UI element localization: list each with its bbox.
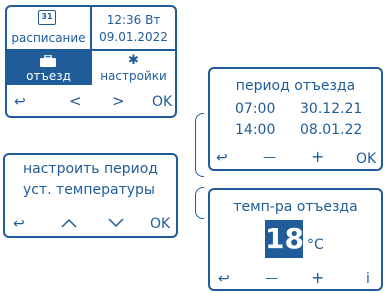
period-start-time[interactable]: 07:00 bbox=[235, 102, 275, 116]
back-button[interactable]: ↩ bbox=[13, 217, 25, 231]
configure-menu-screen: настроить период уст. температуры ↩ OK bbox=[3, 153, 178, 238]
temperature-value: 18 bbox=[265, 222, 304, 255]
away-period-screen: период отъезда 07:00 30.12.21 14:00 08.0… bbox=[208, 67, 383, 171]
right-arrow-button[interactable]: > bbox=[112, 94, 125, 109]
period-title: период отъезда bbox=[235, 78, 356, 94]
period-end-date[interactable]: 08.01.22 bbox=[300, 123, 362, 137]
calendar-icon: 31 bbox=[38, 10, 56, 25]
plus-button[interactable]: + bbox=[311, 149, 324, 165]
period-start-date[interactable]: 30.12.21 bbox=[300, 102, 362, 116]
away-temperature-screen: темп-ра отъезда 18 °C ↩ — + i bbox=[208, 188, 383, 291]
minus-button[interactable]: — bbox=[265, 272, 278, 285]
up-arrow-button[interactable] bbox=[61, 218, 77, 228]
menu-item-set-temperature[interactable]: уст. температуры bbox=[23, 183, 155, 197]
suitcase-icon bbox=[40, 55, 56, 67]
ok-button[interactable]: OK bbox=[152, 95, 172, 109]
ok-button[interactable]: OK bbox=[150, 217, 170, 231]
connector-bracket-bottom bbox=[195, 187, 204, 219]
settings-label: настройки bbox=[100, 69, 167, 83]
clock-time: 12:36 Вт bbox=[106, 13, 161, 27]
temperature-title: темп-ра отъезда bbox=[233, 199, 358, 215]
settings-cell[interactable]: ✱ настройки bbox=[92, 50, 175, 85]
clock-date: 09.01.2022 bbox=[99, 30, 168, 44]
temperature-value-box[interactable]: 18 bbox=[265, 220, 304, 258]
info-button[interactable]: i bbox=[366, 272, 370, 286]
menu-item-configure-period[interactable]: настроить период bbox=[23, 162, 158, 176]
period-end-time[interactable]: 14:00 bbox=[235, 123, 275, 137]
connector-bracket-top bbox=[195, 113, 204, 177]
schedule-cell[interactable]: 31 расписание bbox=[7, 7, 90, 49]
away-cell[interactable]: отъезд bbox=[7, 50, 90, 85]
plus-button[interactable]: + bbox=[311, 270, 324, 286]
datetime-cell: 12:36 Вт 09.01.2022 bbox=[92, 7, 175, 49]
temperature-unit: °C bbox=[307, 237, 324, 253]
back-button[interactable]: ↩ bbox=[216, 151, 228, 165]
minus-button[interactable]: — bbox=[263, 151, 276, 164]
away-label: отъезд bbox=[26, 69, 71, 83]
gear-icon: ✱ bbox=[128, 53, 139, 68]
ok-button[interactable]: OK bbox=[356, 152, 376, 166]
back-button[interactable]: ↩ bbox=[14, 95, 26, 109]
main-screen: 31 расписание 12:36 Вт 09.01.2022 отъезд… bbox=[5, 5, 177, 118]
calendar-number: 31 bbox=[41, 12, 53, 21]
schedule-label: расписание bbox=[11, 31, 86, 45]
down-arrow-button[interactable] bbox=[108, 218, 124, 228]
left-arrow-button[interactable]: < bbox=[69, 94, 82, 109]
back-button[interactable]: ↩ bbox=[218, 272, 230, 286]
